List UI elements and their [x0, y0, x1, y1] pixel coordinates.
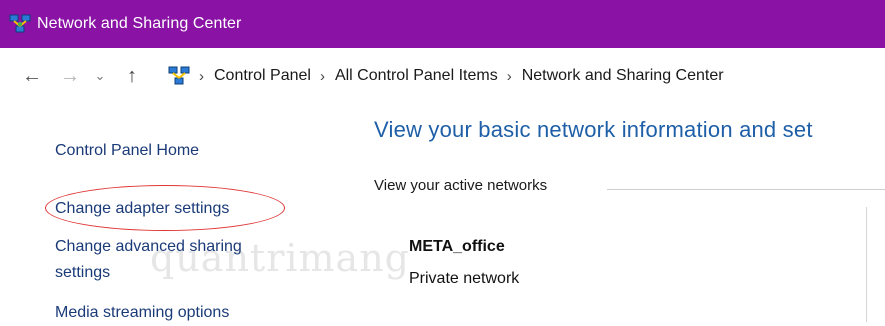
column-divider [866, 207, 867, 322]
highlight-ellipse [45, 185, 285, 231]
breadcrumb-chevron-icon[interactable]: › [320, 68, 325, 85]
control-panel-icon [168, 65, 190, 87]
back-arrow-icon[interactable]: ← [18, 65, 46, 88]
network-name: META_office [409, 238, 505, 255]
page-title: View your basic network information and … [374, 117, 813, 142]
breadcrumb-network-and-sharing-center[interactable]: Network and Sharing Center [522, 67, 724, 85]
section-divider [607, 189, 885, 190]
active-networks-label: View your active networks [374, 177, 548, 194]
network-type: Private network [409, 270, 520, 287]
window-title: Network and Sharing Center [37, 15, 242, 32]
breadcrumb-all-control-panel-items[interactable]: All Control Panel Items [335, 67, 498, 85]
breadcrumb-chevron-icon[interactable]: › [507, 68, 512, 85]
navigation-bar: ← → ⌄ ↑ › Control Panel › All Control Pa… [0, 56, 885, 96]
network-sharing-icon [9, 13, 31, 35]
sidebar-item-change-advanced-sharing-settings-line2[interactable]: settings [55, 260, 110, 286]
sidebar-item-change-advanced-sharing-settings[interactable]: Change advanced sharing [55, 234, 242, 260]
breadcrumb-control-panel[interactable]: Control Panel [214, 67, 311, 85]
address-bar[interactable]: › Control Panel › All Control Panel Item… [150, 56, 724, 96]
forward-arrow-icon[interactable]: → [56, 65, 84, 88]
recent-locations-chevron-icon[interactable]: ⌄ [86, 68, 114, 84]
up-arrow-icon[interactable]: ↑ [118, 65, 146, 88]
sidebar-item-control-panel-home[interactable]: Control Panel Home [55, 138, 199, 164]
sidebar-item-media-streaming-options[interactable]: Media streaming options [55, 300, 229, 326]
title-bar: Network and Sharing Center [0, 0, 885, 48]
breadcrumb-chevron-icon[interactable]: › [199, 68, 204, 85]
